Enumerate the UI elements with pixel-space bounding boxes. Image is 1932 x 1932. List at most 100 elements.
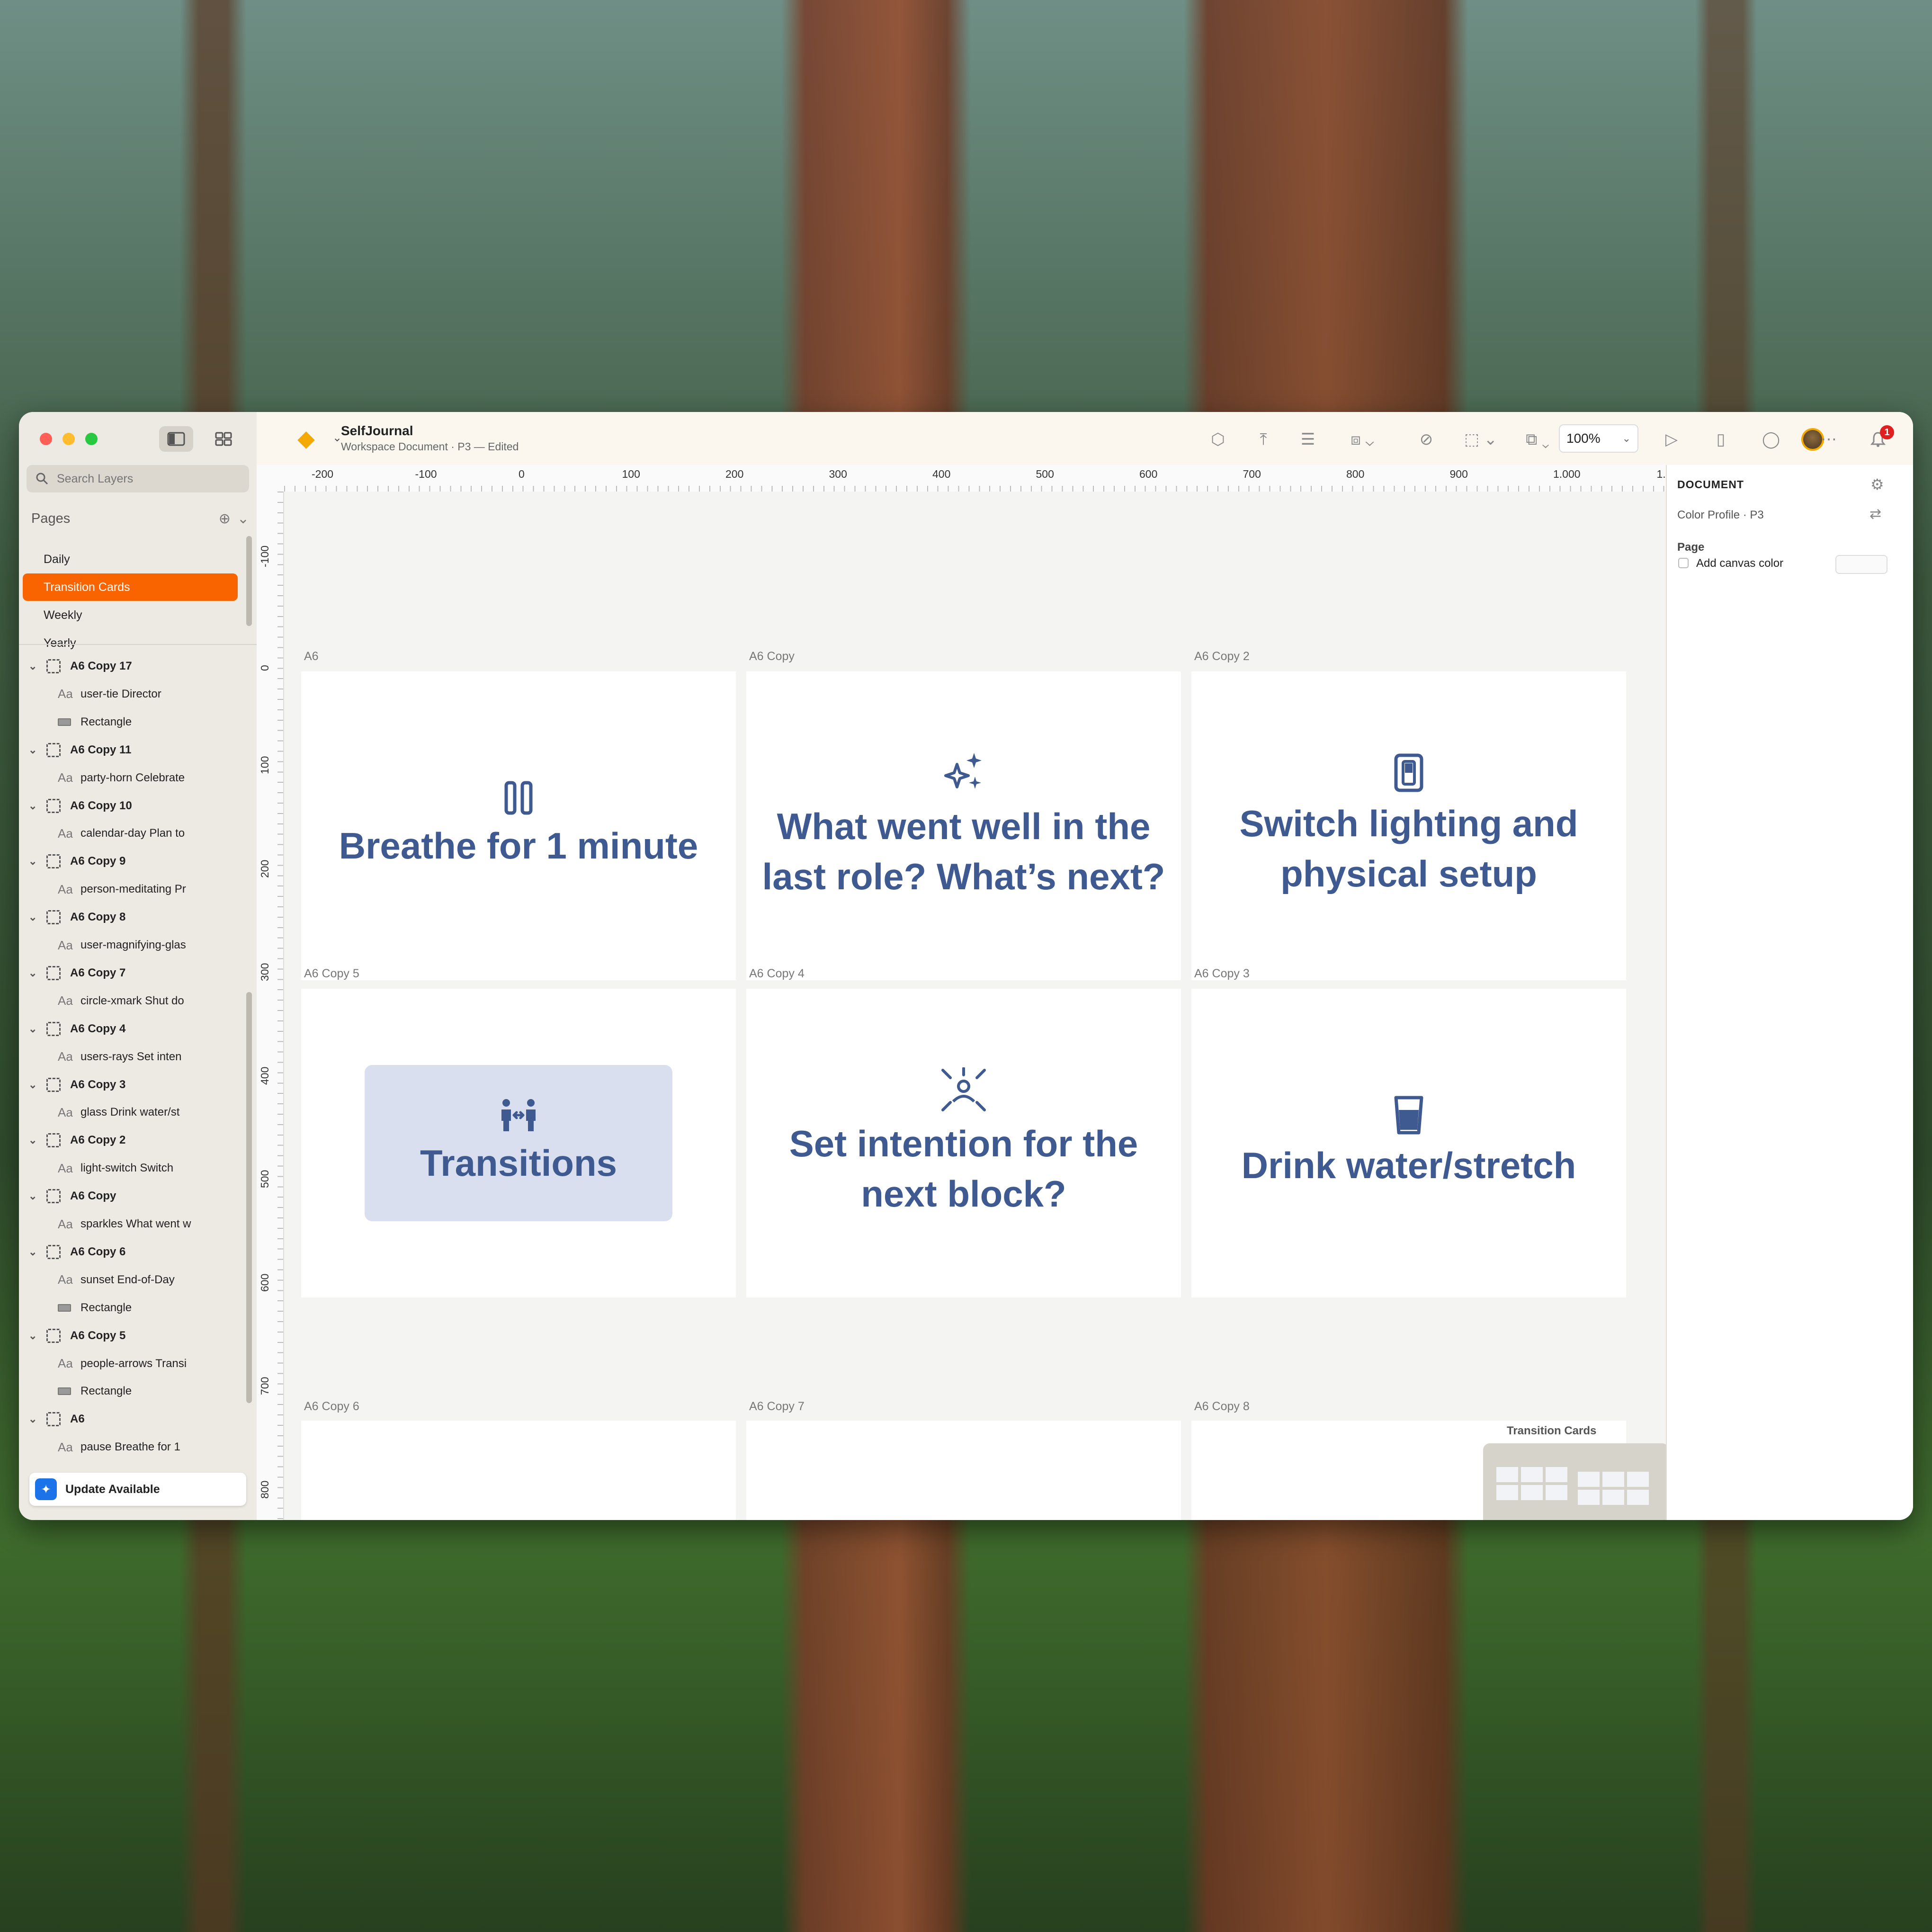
layer-group[interactable]: ⌄ A6 Copy 11 bbox=[19, 737, 246, 763]
more-icon[interactable]: ⋯ bbox=[1819, 426, 1838, 453]
layer-item[interactable]: Aa glass Drink water/st bbox=[19, 1100, 246, 1125]
layer-item[interactable]: Aa sparkles What went w bbox=[19, 1211, 246, 1237]
layer-group[interactable]: ⌄ A6 Copy 9 bbox=[19, 849, 246, 874]
chevron-down-icon[interactable]: ⌄ bbox=[28, 1190, 37, 1202]
text-layer-icon: Aa bbox=[58, 938, 73, 952]
layer-group[interactable]: ⌄ A6 Copy 5 bbox=[19, 1323, 246, 1349]
chevron-down-icon[interactable]: ⌄ bbox=[28, 1134, 37, 1146]
chevron-down-icon[interactable]: ⌄ bbox=[28, 1413, 37, 1425]
layer-item[interactable]: Aa party-horn Celebrate bbox=[19, 765, 246, 791]
chevron-down-icon[interactable]: ⌄ bbox=[28, 967, 37, 979]
export-icon[interactable]: ⤒ bbox=[1249, 426, 1278, 453]
layer-item[interactable]: Aa person-meditating Pr bbox=[19, 877, 246, 902]
layer-group[interactable]: ⌄ A6 Copy 7 bbox=[19, 960, 246, 986]
chevron-down-icon[interactable]: ⌄ bbox=[28, 800, 37, 812]
canvas[interactable]: A6 Breathe for 1 minute A6 Copy What went w… bbox=[284, 492, 1681, 1520]
sidebar-toggle-button[interactable] bbox=[159, 426, 193, 452]
layer-item[interactable]: Aa user-magnifying-glas bbox=[19, 932, 246, 958]
layer-item[interactable]: Rectangle bbox=[19, 709, 246, 735]
highlight-rectangle[interactable]: Transitions bbox=[365, 1065, 672, 1221]
artboard-label[interactable]: A6 Copy bbox=[749, 650, 795, 663]
page-item[interactable]: Weekly bbox=[23, 601, 238, 629]
comment-icon[interactable]: ◯ bbox=[1757, 426, 1785, 453]
artboard-label[interactable]: A6 Copy 6 bbox=[304, 1400, 359, 1413]
horizontal-ruler[interactable]: -200 -100 0 100 200 300 400 500 600 700 800 900 1.00… bbox=[284, 465, 1681, 492]
add-page-icon[interactable]: ⊕ bbox=[219, 510, 231, 527]
search-layers-field[interactable] bbox=[27, 465, 249, 492]
layer-group[interactable]: ⌄ A6 Copy 10 bbox=[19, 793, 246, 819]
chevron-down-icon[interactable]: ⌄ bbox=[28, 1246, 37, 1258]
artboard-label[interactable]: A6 Copy 8 bbox=[1194, 1400, 1250, 1413]
layers-scrollbar[interactable] bbox=[246, 992, 252, 1403]
vertical-ruler[interactable]: -100 0 100 200 300 400 500 600 700 800 bbox=[257, 492, 284, 1520]
create-symbol-icon[interactable]: ⬡ bbox=[1204, 426, 1232, 453]
add-canvas-color-checkbox[interactable] bbox=[1678, 558, 1689, 568]
artboard[interactable]: Set intention for the next block? bbox=[746, 989, 1181, 1297]
artboard[interactable] bbox=[301, 1421, 736, 1520]
search-input[interactable] bbox=[56, 471, 238, 486]
layer-group[interactable]: ⌄ A6 bbox=[19, 1406, 246, 1432]
artboard-icon bbox=[46, 798, 61, 813]
artboard[interactable] bbox=[746, 1421, 1181, 1520]
artboard[interactable]: Switch lighting and physical setup bbox=[1191, 671, 1626, 980]
page-item[interactable]: Transition Cards bbox=[23, 573, 238, 601]
layer-item[interactable]: Rectangle bbox=[19, 1295, 246, 1321]
zoom-window-button[interactable] bbox=[85, 433, 98, 445]
chevron-down-icon[interactable]: ⌄ bbox=[237, 510, 249, 527]
chevron-down-icon[interactable]: ⌄ bbox=[28, 911, 37, 923]
chevron-down-icon[interactable]: ⌄ bbox=[28, 855, 37, 868]
layer-item[interactable]: Aa users-rays Set inten bbox=[19, 1044, 246, 1070]
layer-item[interactable]: Rectangle bbox=[19, 1378, 246, 1404]
layer-item[interactable]: Aa calendar-day Plan to bbox=[19, 821, 246, 846]
page-item[interactable]: Yearly bbox=[23, 629, 238, 657]
artboard[interactable]: Breathe for 1 minute bbox=[301, 671, 736, 980]
resize-icon[interactable]: ⬚ ⌄ bbox=[1459, 426, 1502, 453]
grid-view-button[interactable] bbox=[206, 426, 241, 452]
sketch-logo-icon[interactable]: ◆ bbox=[297, 425, 315, 452]
color-profile-label[interactable]: Color Profile · P3 bbox=[1677, 509, 1764, 522]
artboard-label[interactable]: A6 Copy 4 bbox=[749, 967, 805, 981]
layer-group[interactable]: ⌄ A6 Copy bbox=[19, 1183, 246, 1209]
mask-icon[interactable]: ⧈ ⌄ bbox=[1341, 426, 1384, 453]
preview-device-icon[interactable]: ▯ bbox=[1707, 426, 1735, 453]
play-icon[interactable]: ▷ bbox=[1657, 426, 1686, 453]
edit-path-icon[interactable]: ⊘ bbox=[1412, 426, 1440, 453]
layer-group[interactable]: ⌄ A6 Copy 6 bbox=[19, 1239, 246, 1265]
layer-item[interactable]: Aa light-switch Switch bbox=[19, 1155, 246, 1181]
chevron-down-icon[interactable]: ⌄ bbox=[28, 1330, 37, 1342]
artboard-label[interactable]: A6 Copy 3 bbox=[1194, 967, 1250, 981]
chevron-down-icon[interactable]: ⌄ bbox=[28, 660, 37, 672]
page-item[interactable]: Daily bbox=[23, 546, 238, 573]
layer-item[interactable]: Aa user-tie Director bbox=[19, 681, 246, 707]
layer-group[interactable]: ⌄ A6 Copy 17 bbox=[19, 653, 246, 679]
gear-icon[interactable]: ⚙ bbox=[1870, 475, 1884, 493]
pages-scrollbar[interactable] bbox=[246, 536, 252, 626]
close-window-button[interactable] bbox=[40, 433, 52, 445]
canvas-color-well[interactable] bbox=[1835, 555, 1887, 574]
artboard[interactable]: What went well in the last role? What’s … bbox=[746, 671, 1181, 980]
chevron-down-icon[interactable]: ⌄ bbox=[28, 1023, 37, 1035]
minimap[interactable] bbox=[1483, 1443, 1669, 1520]
artboard[interactable]: Transitions bbox=[301, 989, 736, 1297]
artboard-label[interactable]: A6 Copy 7 bbox=[749, 1400, 805, 1413]
layer-group[interactable]: ⌄ A6 Copy 4 bbox=[19, 1016, 246, 1042]
layer-item[interactable]: Aa pause Breathe for 1 bbox=[19, 1434, 246, 1460]
artboard-label[interactable]: A6 Copy 5 bbox=[304, 967, 359, 981]
align-icon[interactable]: ☰ bbox=[1294, 426, 1322, 453]
swap-icon[interactable]: ⇄ bbox=[1869, 506, 1881, 522]
update-available-button[interactable]: ✦ Update Available bbox=[29, 1473, 246, 1506]
zoom-select[interactable]: 100% ⌄ bbox=[1559, 424, 1638, 453]
minimize-window-button[interactable] bbox=[63, 433, 75, 445]
artboard[interactable]: Drink water/stretch bbox=[1191, 989, 1626, 1297]
layer-item[interactable]: Aa sunset End-of-Day bbox=[19, 1267, 246, 1293]
chevron-down-icon[interactable]: ⌄ bbox=[28, 744, 37, 756]
layer-group[interactable]: ⌄ A6 Copy 3 bbox=[19, 1072, 246, 1098]
layer-group[interactable]: ⌄ A6 Copy 2 bbox=[19, 1127, 246, 1153]
layer-group[interactable]: ⌄ A6 Copy 8 bbox=[19, 904, 246, 930]
artboard-label[interactable]: A6 bbox=[304, 650, 319, 663]
chevron-down-icon[interactable]: ⌄ bbox=[28, 1079, 37, 1091]
layer-item[interactable]: Aa circle-xmark Shut do bbox=[19, 988, 246, 1014]
boolean-icon[interactable]: ⧉ ⌄ bbox=[1516, 426, 1559, 453]
artboard-label[interactable]: A6 Copy 2 bbox=[1194, 650, 1250, 663]
layer-item[interactable]: Aa people-arrows Transi bbox=[19, 1351, 246, 1377]
